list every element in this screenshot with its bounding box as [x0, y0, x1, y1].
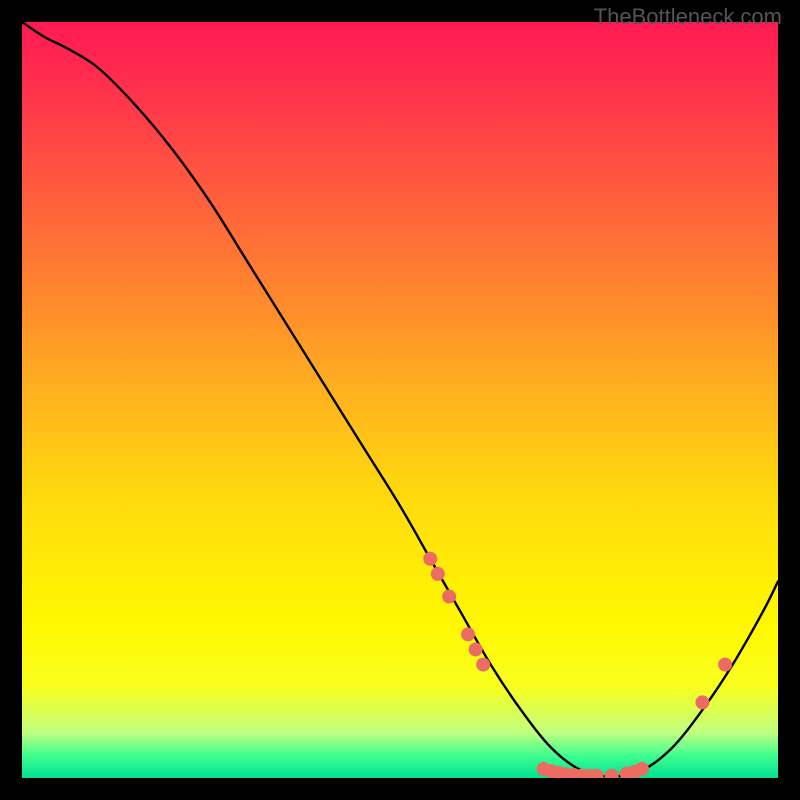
data-marker: [476, 658, 490, 672]
data-marker: [423, 552, 437, 566]
data-marker: [461, 627, 475, 641]
data-markers: [423, 552, 732, 778]
data-marker: [442, 590, 456, 604]
data-marker: [635, 762, 649, 776]
plot-area: [22, 22, 778, 778]
chart-svg: [22, 22, 778, 778]
data-marker: [695, 695, 709, 709]
bottleneck-curve: [22, 22, 778, 776]
data-marker: [431, 567, 445, 581]
data-marker: [718, 658, 732, 672]
watermark-text: TheBottleneck.com: [594, 4, 782, 30]
data-marker: [469, 642, 483, 656]
data-marker: [605, 769, 619, 778]
